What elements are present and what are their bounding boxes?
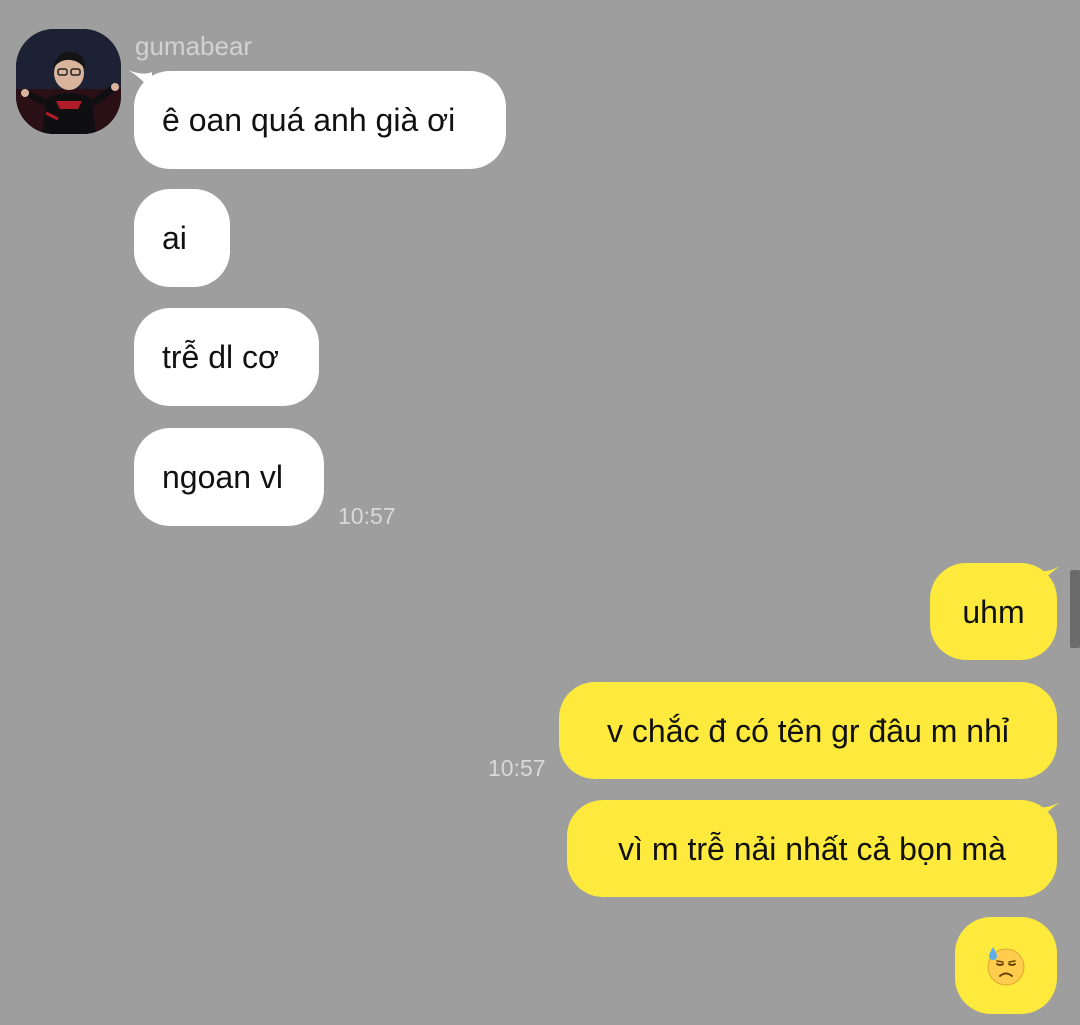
message-text: trễ dl cơ — [162, 339, 280, 375]
incoming-message-4[interactable]: ngoan vl — [134, 428, 324, 526]
message-text: vì m trễ nải nhất cả bọn mà — [618, 830, 1006, 867]
avatar-photo — [16, 29, 121, 134]
sender-name: gumabear — [135, 31, 253, 61]
scrollbar[interactable] — [1070, 570, 1080, 648]
message-text: uhm — [962, 593, 1025, 630]
outgoing-message-3[interactable]: vì m trễ nải nhất cả bọn mà — [567, 800, 1057, 897]
outgoing-timestamp: 10:57 — [488, 755, 546, 781]
message-text: ngoan vl — [162, 459, 283, 495]
outgoing-message-1[interactable]: uhm — [930, 563, 1057, 660]
outgoing-message-2[interactable]: v chắc đ có tên gr đâu m nhỉ — [559, 682, 1057, 779]
incoming-timestamp: 10:57 — [338, 503, 396, 529]
avatar[interactable] — [16, 29, 121, 134]
incoming-message-3[interactable]: trễ dl cơ — [134, 308, 319, 406]
message-text: v chắc đ có tên gr đâu m nhỉ — [607, 712, 1009, 749]
incoming-message-1[interactable]: ê oan quá anh già ơi — [134, 71, 506, 169]
downcast-face-with-sweat-icon — [987, 946, 1025, 985]
message-text: ê oan quá anh già ơi — [162, 102, 456, 138]
chat-area: gumabear ê oan quá anh già ơi ai trễ dl … — [0, 0, 1080, 1025]
outgoing-message-4[interactable] — [955, 917, 1057, 1014]
message-text: ai — [162, 220, 187, 256]
incoming-message-2[interactable]: ai — [134, 189, 230, 287]
